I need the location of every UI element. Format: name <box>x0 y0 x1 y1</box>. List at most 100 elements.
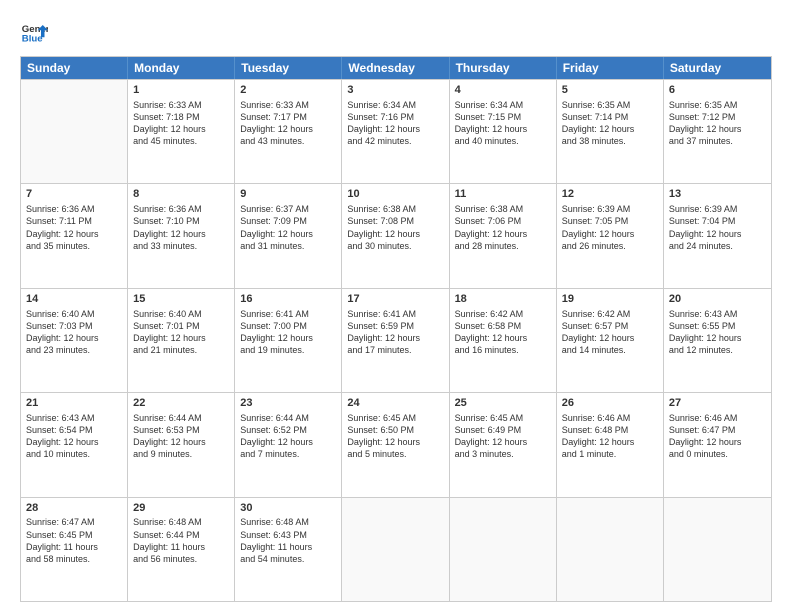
day-number: 3 <box>347 83 443 98</box>
calendar-day-15: 15Sunrise: 6:40 AM Sunset: 7:01 PM Dayli… <box>128 289 235 392</box>
calendar-day-10: 10Sunrise: 6:38 AM Sunset: 7:08 PM Dayli… <box>342 184 449 287</box>
calendar-day-25: 25Sunrise: 6:45 AM Sunset: 6:49 PM Dayli… <box>450 393 557 496</box>
calendar-empty-cell <box>450 498 557 601</box>
calendar-day-5: 5Sunrise: 6:35 AM Sunset: 7:14 PM Daylig… <box>557 80 664 183</box>
day-info: Sunrise: 6:41 AM Sunset: 6:59 PM Dayligh… <box>347 308 443 357</box>
calendar-day-22: 22Sunrise: 6:44 AM Sunset: 6:53 PM Dayli… <box>128 393 235 496</box>
calendar-day-12: 12Sunrise: 6:39 AM Sunset: 7:05 PM Dayli… <box>557 184 664 287</box>
day-info: Sunrise: 6:46 AM Sunset: 6:47 PM Dayligh… <box>669 412 766 461</box>
day-number: 16 <box>240 292 336 307</box>
calendar-day-28: 28Sunrise: 6:47 AM Sunset: 6:45 PM Dayli… <box>21 498 128 601</box>
calendar-day-1: 1Sunrise: 6:33 AM Sunset: 7:18 PM Daylig… <box>128 80 235 183</box>
day-info: Sunrise: 6:42 AM Sunset: 6:57 PM Dayligh… <box>562 308 658 357</box>
calendar-day-24: 24Sunrise: 6:45 AM Sunset: 6:50 PM Dayli… <box>342 393 449 496</box>
weekday-header: Monday <box>128 57 235 79</box>
calendar-day-3: 3Sunrise: 6:34 AM Sunset: 7:16 PM Daylig… <box>342 80 449 183</box>
logo-icon: General Blue <box>20 18 48 46</box>
day-number: 23 <box>240 396 336 411</box>
day-number: 17 <box>347 292 443 307</box>
day-number: 30 <box>240 501 336 516</box>
day-info: Sunrise: 6:43 AM Sunset: 6:55 PM Dayligh… <box>669 308 766 357</box>
calendar-empty-cell <box>557 498 664 601</box>
calendar-day-8: 8Sunrise: 6:36 AM Sunset: 7:10 PM Daylig… <box>128 184 235 287</box>
calendar-day-2: 2Sunrise: 6:33 AM Sunset: 7:17 PM Daylig… <box>235 80 342 183</box>
day-info: Sunrise: 6:40 AM Sunset: 7:03 PM Dayligh… <box>26 308 122 357</box>
calendar-day-9: 9Sunrise: 6:37 AM Sunset: 7:09 PM Daylig… <box>235 184 342 287</box>
day-number: 27 <box>669 396 766 411</box>
day-number: 5 <box>562 83 658 98</box>
day-number: 7 <box>26 187 122 202</box>
calendar-day-4: 4Sunrise: 6:34 AM Sunset: 7:15 PM Daylig… <box>450 80 557 183</box>
day-number: 10 <box>347 187 443 202</box>
calendar-day-16: 16Sunrise: 6:41 AM Sunset: 7:00 PM Dayli… <box>235 289 342 392</box>
day-info: Sunrise: 6:33 AM Sunset: 7:18 PM Dayligh… <box>133 99 229 148</box>
day-info: Sunrise: 6:42 AM Sunset: 6:58 PM Dayligh… <box>455 308 551 357</box>
day-info: Sunrise: 6:38 AM Sunset: 7:08 PM Dayligh… <box>347 203 443 252</box>
calendar-day-23: 23Sunrise: 6:44 AM Sunset: 6:52 PM Dayli… <box>235 393 342 496</box>
day-info: Sunrise: 6:36 AM Sunset: 7:10 PM Dayligh… <box>133 203 229 252</box>
day-number: 14 <box>26 292 122 307</box>
weekday-header: Tuesday <box>235 57 342 79</box>
day-number: 25 <box>455 396 551 411</box>
day-info: Sunrise: 6:43 AM Sunset: 6:54 PM Dayligh… <box>26 412 122 461</box>
day-number: 8 <box>133 187 229 202</box>
calendar-day-7: 7Sunrise: 6:36 AM Sunset: 7:11 PM Daylig… <box>21 184 128 287</box>
day-info: Sunrise: 6:39 AM Sunset: 7:04 PM Dayligh… <box>669 203 766 252</box>
calendar: SundayMondayTuesdayWednesdayThursdayFrid… <box>20 56 772 602</box>
day-info: Sunrise: 6:40 AM Sunset: 7:01 PM Dayligh… <box>133 308 229 357</box>
day-number: 20 <box>669 292 766 307</box>
day-info: Sunrise: 6:45 AM Sunset: 6:50 PM Dayligh… <box>347 412 443 461</box>
calendar-empty-cell <box>21 80 128 183</box>
calendar-day-19: 19Sunrise: 6:42 AM Sunset: 6:57 PM Dayli… <box>557 289 664 392</box>
day-number: 6 <box>669 83 766 98</box>
day-info: Sunrise: 6:34 AM Sunset: 7:16 PM Dayligh… <box>347 99 443 148</box>
day-info: Sunrise: 6:39 AM Sunset: 7:05 PM Dayligh… <box>562 203 658 252</box>
calendar-row: 1Sunrise: 6:33 AM Sunset: 7:18 PM Daylig… <box>21 79 771 183</box>
day-info: Sunrise: 6:47 AM Sunset: 6:45 PM Dayligh… <box>26 516 122 565</box>
calendar-day-27: 27Sunrise: 6:46 AM Sunset: 6:47 PM Dayli… <box>664 393 771 496</box>
calendar-body: 1Sunrise: 6:33 AM Sunset: 7:18 PM Daylig… <box>21 79 771 601</box>
calendar-day-14: 14Sunrise: 6:40 AM Sunset: 7:03 PM Dayli… <box>21 289 128 392</box>
weekday-header: Sunday <box>21 57 128 79</box>
day-number: 21 <box>26 396 122 411</box>
day-info: Sunrise: 6:36 AM Sunset: 7:11 PM Dayligh… <box>26 203 122 252</box>
day-info: Sunrise: 6:35 AM Sunset: 7:14 PM Dayligh… <box>562 99 658 148</box>
calendar-row: 14Sunrise: 6:40 AM Sunset: 7:03 PM Dayli… <box>21 288 771 392</box>
day-number: 28 <box>26 501 122 516</box>
calendar-day-29: 29Sunrise: 6:48 AM Sunset: 6:44 PM Dayli… <box>128 498 235 601</box>
calendar-day-17: 17Sunrise: 6:41 AM Sunset: 6:59 PM Dayli… <box>342 289 449 392</box>
day-info: Sunrise: 6:44 AM Sunset: 6:53 PM Dayligh… <box>133 412 229 461</box>
weekday-header: Thursday <box>450 57 557 79</box>
day-info: Sunrise: 6:33 AM Sunset: 7:17 PM Dayligh… <box>240 99 336 148</box>
day-number: 2 <box>240 83 336 98</box>
calendar-header: SundayMondayTuesdayWednesdayThursdayFrid… <box>21 57 771 79</box>
day-info: Sunrise: 6:38 AM Sunset: 7:06 PM Dayligh… <box>455 203 551 252</box>
day-number: 12 <box>562 187 658 202</box>
day-number: 22 <box>133 396 229 411</box>
day-info: Sunrise: 6:44 AM Sunset: 6:52 PM Dayligh… <box>240 412 336 461</box>
day-number: 24 <box>347 396 443 411</box>
day-info: Sunrise: 6:34 AM Sunset: 7:15 PM Dayligh… <box>455 99 551 148</box>
day-number: 15 <box>133 292 229 307</box>
day-number: 18 <box>455 292 551 307</box>
calendar-row: 7Sunrise: 6:36 AM Sunset: 7:11 PM Daylig… <box>21 183 771 287</box>
calendar-row: 21Sunrise: 6:43 AM Sunset: 6:54 PM Dayli… <box>21 392 771 496</box>
day-number: 13 <box>669 187 766 202</box>
calendar-day-21: 21Sunrise: 6:43 AM Sunset: 6:54 PM Dayli… <box>21 393 128 496</box>
day-info: Sunrise: 6:48 AM Sunset: 6:43 PM Dayligh… <box>240 516 336 565</box>
day-number: 4 <box>455 83 551 98</box>
calendar-row: 28Sunrise: 6:47 AM Sunset: 6:45 PM Dayli… <box>21 497 771 601</box>
calendar-day-13: 13Sunrise: 6:39 AM Sunset: 7:04 PM Dayli… <box>664 184 771 287</box>
day-info: Sunrise: 6:45 AM Sunset: 6:49 PM Dayligh… <box>455 412 551 461</box>
day-number: 11 <box>455 187 551 202</box>
logo: General Blue <box>20 18 48 46</box>
day-info: Sunrise: 6:48 AM Sunset: 6:44 PM Dayligh… <box>133 516 229 565</box>
svg-text:Blue: Blue <box>22 34 43 45</box>
calendar-day-6: 6Sunrise: 6:35 AM Sunset: 7:12 PM Daylig… <box>664 80 771 183</box>
calendar-empty-cell <box>664 498 771 601</box>
calendar-day-18: 18Sunrise: 6:42 AM Sunset: 6:58 PM Dayli… <box>450 289 557 392</box>
day-info: Sunrise: 6:46 AM Sunset: 6:48 PM Dayligh… <box>562 412 658 461</box>
calendar-empty-cell <box>342 498 449 601</box>
day-number: 19 <box>562 292 658 307</box>
day-info: Sunrise: 6:35 AM Sunset: 7:12 PM Dayligh… <box>669 99 766 148</box>
